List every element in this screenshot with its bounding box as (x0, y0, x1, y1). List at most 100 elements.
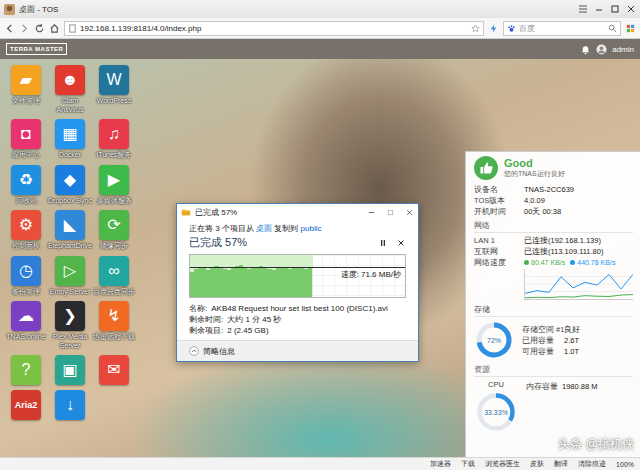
user-avatar-icon[interactable] (596, 44, 607, 55)
search-field[interactable]: 百度 (503, 21, 621, 36)
desktop-icon[interactable]: ♫iTunes服务 (92, 119, 136, 160)
desktop-icon[interactable]: Aria2 (4, 390, 48, 420)
dialog-title-bar[interactable]: 已完成 57% (177, 204, 418, 220)
network-value: 已连接(192.168.1.139) (524, 236, 633, 245)
user-name[interactable]: admin (612, 45, 634, 54)
app-icon: ▰ (11, 65, 41, 95)
desktop-icon[interactable]: ◣ElephantDrive (48, 210, 92, 251)
lightning-icon[interactable] (488, 23, 499, 34)
status-bar-item[interactable]: 皮肤 (530, 459, 544, 469)
maximize-icon[interactable] (386, 208, 395, 217)
desktop-icon-label: 文件管理 (4, 97, 48, 106)
back-icon[interactable] (4, 23, 15, 34)
target-link[interactable]: public (301, 224, 322, 233)
terramaster-logo[interactable]: TERRA MASTER (6, 43, 67, 55)
info-value: 4.0.09 (524, 196, 633, 205)
desktop-icon[interactable]: ▦Docker (48, 119, 92, 160)
desktop-icon[interactable]: ◆Dropbox Sync (48, 165, 92, 206)
desktop-icon[interactable]: ☻Clam Antivirus (48, 65, 92, 114)
speed-chart: 速度: 71.6 MB/秒 (189, 254, 406, 298)
maximize-icon[interactable] (610, 4, 620, 14)
minimize-icon[interactable] (367, 208, 376, 217)
app-icon: ◘ (11, 119, 41, 149)
desktop-icon[interactable]: ↯迅雷远程下载 (92, 301, 136, 342)
status-bar-item[interactable]: 浏览器医生 (485, 459, 520, 469)
memory-info: 内存容量1980.88 M (526, 382, 597, 392)
desktop-icon[interactable]: ☁TNAS.online (4, 301, 48, 342)
close-icon[interactable] (626, 4, 636, 14)
desktop-icon[interactable]: ◘应用中心 (4, 119, 48, 160)
desktop-icon[interactable]: ◷备份管理 (4, 256, 48, 297)
desktop-icon-label: 多媒体服务 (92, 197, 136, 206)
desktop-icon[interactable]: ⟳镜像同步 (92, 210, 136, 251)
bell-icon[interactable] (580, 44, 591, 55)
copy-details: 名称:AKB48 Request hour set list best 100 … (189, 303, 406, 336)
app-icon: ♻ (11, 165, 41, 195)
status-bar-item[interactable]: 加速器 (430, 459, 451, 469)
desktop-icon-label: 百度云盘同步 (92, 288, 136, 297)
network-label: LAN 1 (474, 236, 524, 245)
desktop-icon-label: iTunes服务 (92, 151, 136, 160)
desktop-icon[interactable]: ↓ (48, 390, 92, 420)
close-icon[interactable] (405, 208, 414, 217)
app-icon: ▶ (99, 165, 129, 195)
storage-donut: 72% (474, 320, 514, 360)
browser-title-bar: 桌面 - TOS (0, 0, 640, 18)
app-icon: ▣ (55, 355, 85, 385)
desktop-icon-label: 控制面板 (4, 242, 48, 251)
storage-value: 1.0T (564, 347, 633, 356)
watermark: 头条 @搞机侠 (558, 436, 634, 453)
status-bar-item[interactable]: 清除痕迹 (578, 459, 606, 469)
pause-icon[interactable] (378, 238, 388, 248)
status-bar-item[interactable]: 100% (616, 461, 634, 468)
desktop-icon[interactable]: ▶ 多媒体服务 (92, 165, 136, 206)
storage-reading: 72% (474, 320, 514, 360)
network-label: 互联网 (474, 247, 524, 256)
desktop-icon[interactable]: ▷Emby Server (48, 256, 92, 297)
desktop-icon[interactable]: ? (4, 355, 48, 385)
app-icon: ⚙ (11, 210, 41, 240)
refresh-icon[interactable] (34, 23, 45, 34)
menu-icon[interactable] (578, 4, 588, 14)
network-speed-label: 网络速度 (474, 258, 524, 267)
network-series-line (525, 274, 633, 293)
app-icon: ◣ (55, 210, 85, 240)
detail-row: 剩余项目:2 (2.45 GB) (189, 325, 406, 336)
desktop-icon-label: Plex Media Server (48, 333, 92, 350)
detail-row: 剩余时间:大约 1 分 45 秒 (189, 314, 406, 325)
forward-icon[interactable] (19, 23, 30, 34)
desktop-icon[interactable]: ▰ 文件管理 (4, 65, 48, 106)
minimize-icon[interactable] (594, 4, 604, 14)
progress-fill (190, 255, 313, 297)
desktop-icon[interactable]: WWordPress (92, 65, 136, 106)
legend-item: 440.78 KB/s (570, 258, 615, 267)
desktop-icon[interactable]: ♻回收站 (4, 165, 48, 206)
baidu-paw-icon (507, 24, 516, 33)
window-title: 桌面 - TOS (19, 4, 58, 15)
app-icon: ◷ (11, 256, 41, 286)
copy-folder-icon (181, 207, 191, 217)
url-field[interactable]: 192.168.1.139:8181/4.0/index.php (64, 21, 484, 36)
cpu-reading: 33.33% (474, 390, 518, 434)
dialog-title: 已完成 57% (195, 207, 237, 218)
storage-value: 良好 (564, 325, 633, 334)
star-icon[interactable] (471, 24, 480, 33)
app-icon: Aria2 (11, 390, 41, 420)
desktop-icon[interactable]: ✉ (92, 355, 136, 385)
extensions-icon[interactable] (625, 23, 636, 34)
info-label: 开机时间 (474, 207, 524, 216)
desktop-icon[interactable]: ▣ (48, 355, 92, 385)
cancel-icon[interactable] (396, 238, 406, 248)
app-icon: ▷ (55, 256, 85, 286)
status-bar-item[interactable]: 下载 (461, 459, 475, 469)
status-bar-item[interactable]: 翻译 (554, 459, 568, 469)
app-icon: ✉ (99, 355, 129, 385)
source-link[interactable]: 桌面 (256, 224, 272, 233)
desktop-icon[interactable]: ∞百度云盘同步 (92, 256, 136, 297)
search-icon[interactable] (608, 24, 617, 33)
desktop-icon[interactable]: ⚙ 控制面板 (4, 210, 48, 251)
less-details-toggle[interactable]: 简略信息 (177, 340, 418, 361)
home-icon[interactable] (49, 23, 60, 34)
desktop-icon-label: WordPress (92, 97, 136, 106)
desktop-icon[interactable]: ❯Plex Media Server (48, 301, 92, 350)
